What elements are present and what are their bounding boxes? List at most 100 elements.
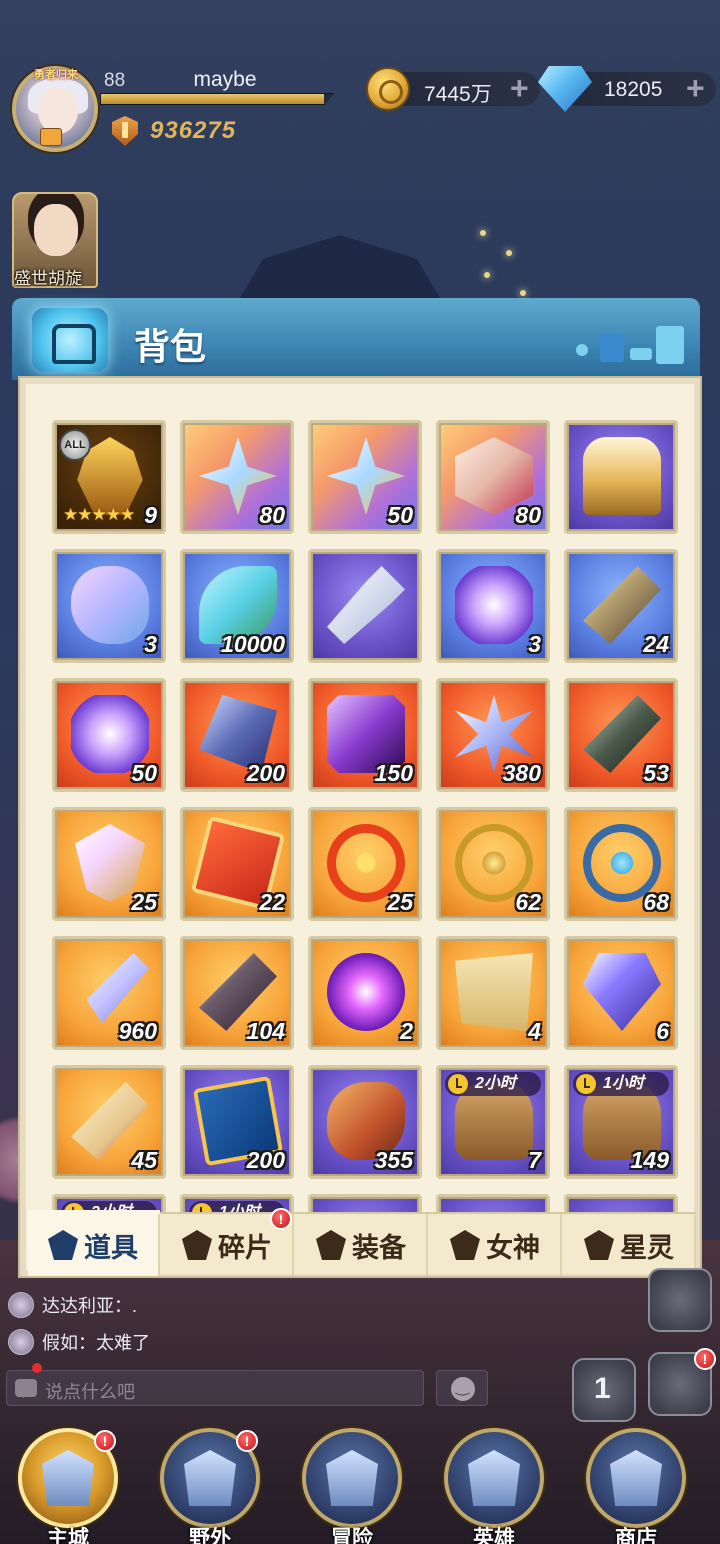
chest-button[interactable]: !: [648, 1348, 716, 1416]
backpack-header: 背包: [12, 298, 700, 380]
item-slot[interactable]: 62: [436, 807, 550, 921]
item-slot[interactable]: 380: [436, 678, 550, 792]
tab-label: 女神: [486, 1232, 540, 1263]
item-slot[interactable]: 2小时 7: [436, 1065, 550, 1179]
item-count: 62: [515, 889, 541, 915]
item-slot[interactable]: 80: [436, 420, 550, 534]
rune-orb-icon: [455, 566, 533, 644]
item-slot[interactable]: 22: [180, 807, 294, 921]
power-shield-icon: [112, 116, 138, 146]
chat-text: 达达利亚：.: [42, 1296, 138, 1316]
ranking-button[interactable]: 1: [572, 1358, 636, 1422]
chat-text: 假如：太难了: [42, 1333, 150, 1353]
tab-label: 装备: [352, 1232, 406, 1263]
chat-placeholder: 说点什么吧: [45, 1382, 135, 1402]
golden-chest-icon: [583, 437, 661, 515]
item-count: 80: [515, 502, 541, 528]
tab-icon: [182, 1230, 212, 1260]
nav-label: 冒险: [331, 1527, 373, 1544]
nav-button-2[interactable]: 冒险: [288, 1428, 416, 1544]
item-slot[interactable]: 355: [308, 1065, 422, 1179]
chat-line[interactable]: 假如：太难了: [8, 1329, 150, 1355]
emoji-button[interactable]: [436, 1370, 488, 1406]
tab-4[interactable]: 星灵: [564, 1214, 696, 1276]
tab-2[interactable]: 装备: [296, 1214, 428, 1276]
item-count: 68: [643, 889, 669, 915]
item-slot[interactable]: 68: [564, 807, 678, 921]
item-count: 104: [246, 1018, 285, 1044]
item-count: 9: [144, 502, 157, 528]
backpack-title: 背包: [134, 326, 207, 367]
item-count: 6: [656, 1018, 669, 1044]
nav-button-3[interactable]: 英雄: [430, 1428, 558, 1544]
chat-notification-dot: [32, 1363, 42, 1373]
item-count: 24: [643, 631, 669, 657]
tab-icon: [316, 1230, 346, 1260]
chat-avatar: [8, 1329, 34, 1355]
hex-scroll-icon: [455, 953, 533, 1031]
item-slot[interactable]: 10000: [180, 549, 294, 663]
item-count: 149: [630, 1147, 669, 1173]
nav-alert-badge: !: [94, 1430, 116, 1452]
add-gem-button[interactable]: +: [686, 72, 705, 104]
item-slot[interactable]: [308, 549, 422, 663]
chat-line[interactable]: 达达利亚：.: [8, 1292, 137, 1318]
item-slot[interactable]: 53: [564, 678, 678, 792]
item-slot[interactable]: 2: [308, 936, 422, 1050]
item-slot[interactable]: 1小时 149: [564, 1065, 678, 1179]
chat-avatar: [8, 1292, 34, 1318]
item-slot[interactable]: ALL ★★★★★ 9: [52, 420, 166, 534]
smiley-icon: [451, 1377, 475, 1401]
item-slot[interactable]: 50: [52, 678, 166, 792]
nav-button-4[interactable]: 商店: [572, 1428, 700, 1544]
player-avatar[interactable]: 勇者归来: [12, 66, 98, 152]
item-slot[interactable]: 50: [308, 420, 422, 534]
item-count: 7: [528, 1147, 541, 1173]
item-slot[interactable]: 200: [180, 678, 294, 792]
nav-button-0[interactable]: 主城!: [4, 1428, 132, 1544]
item-slot[interactable]: 6: [564, 936, 678, 1050]
nav-label: 野外: [189, 1527, 231, 1544]
item-count: 4: [528, 1018, 541, 1044]
chat-bubble-icon: [15, 1379, 37, 1398]
gold-coin-icon: [366, 67, 410, 111]
item-slot[interactable]: 960: [52, 936, 166, 1050]
backpack-tabs: 道具 碎片! 装备 女神 星灵: [28, 1208, 696, 1276]
item-count: 200: [246, 1147, 285, 1173]
player-level: 88: [104, 70, 126, 91]
item-count: 25: [131, 889, 157, 915]
item-slot[interactable]: 25: [52, 807, 166, 921]
backpack-body: ALL ★★★★★ 9 80 50 80 3 10000 3 24 50 200 150 380 53 25 2…: [20, 378, 700, 1276]
friends-button[interactable]: [648, 1268, 712, 1332]
tab-1[interactable]: 碎片!: [162, 1208, 294, 1276]
item-count: 50: [131, 760, 157, 786]
exp-bar: [100, 93, 334, 105]
header-decoration: [560, 314, 690, 374]
item-slot[interactable]: 104: [180, 936, 294, 1050]
add-gold-button[interactable]: +: [510, 72, 529, 104]
item-slot[interactable]: 80: [180, 420, 294, 534]
item-slot[interactable]: 24: [564, 549, 678, 663]
tab-3[interactable]: 女神: [430, 1214, 562, 1276]
item-slot[interactable]: 200: [180, 1065, 294, 1179]
bottom-nav: 主城! 野外! 冒险 英雄 商店: [0, 1418, 720, 1544]
tab-0[interactable]: 道具: [28, 1214, 160, 1276]
item-count: 80: [259, 502, 285, 528]
item-count: 3: [144, 631, 157, 657]
item-slot[interactable]: [564, 420, 678, 534]
backpack-icon: [32, 308, 108, 372]
nav-button-1[interactable]: 野外!: [146, 1428, 274, 1544]
tab-icon: [450, 1230, 480, 1260]
avatar-vip-tag-icon: [40, 128, 62, 146]
nav-alert-badge: !: [236, 1430, 258, 1452]
chat-input[interactable]: 说点什么吧: [6, 1370, 424, 1406]
tab-label: 道具: [84, 1232, 138, 1263]
item-slot[interactable]: 3: [436, 549, 550, 663]
item-slot[interactable]: 25: [308, 807, 422, 921]
timer-badge: 1小时: [573, 1072, 669, 1096]
item-slot[interactable]: 150: [308, 678, 422, 792]
item-slot[interactable]: 45: [52, 1065, 166, 1179]
item-slot[interactable]: 3: [52, 549, 166, 663]
item-count: 45: [131, 1147, 157, 1173]
item-slot[interactable]: 4: [436, 936, 550, 1050]
